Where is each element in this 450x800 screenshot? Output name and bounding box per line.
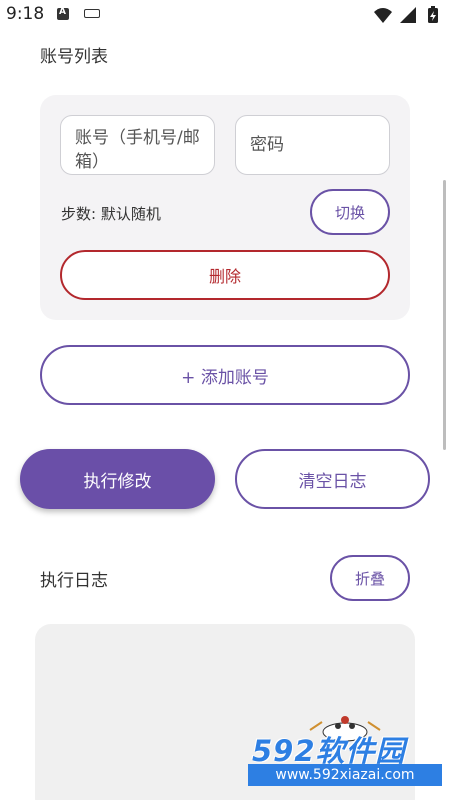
status-bar: 9:18 (0, 0, 450, 30)
wifi-icon (374, 8, 392, 23)
watermark-url: www.592xiazai.com (248, 764, 442, 786)
steps-label: 步数: 默认随机 (61, 205, 161, 223)
fold-button[interactable]: 折叠 (330, 555, 410, 601)
scrollbar[interactable] (443, 180, 446, 450)
app-screen: 9:18 账号列表 账号（手机号/邮箱） 密码 步数: 默认随机 切换 删除 +… (0, 0, 450, 800)
password-input[interactable]: 密码 (235, 115, 390, 175)
a-box-icon (57, 7, 69, 20)
battery-icon (428, 6, 438, 23)
signal-icon (400, 7, 416, 23)
account-input-placeholder: 账号（手机号/邮箱） (75, 128, 200, 172)
clear-log-button[interactable]: 清空日志 (235, 449, 430, 509)
execute-button[interactable]: 执行修改 (20, 449, 215, 509)
status-right-icons (374, 6, 438, 23)
account-list-title: 账号列表 (40, 47, 108, 67)
delete-button[interactable]: 删除 (60, 250, 390, 300)
watermark: 592软件园 www.592xiazai.com (248, 726, 448, 788)
log-title: 执行日志 (40, 571, 108, 591)
account-input[interactable]: 账号（手机号/邮箱） (60, 115, 215, 175)
account-card: 账号（手机号/邮箱） 密码 步数: 默认随机 切换 删除 (40, 95, 410, 320)
add-account-button[interactable]: + 添加账号 (40, 345, 410, 405)
switch-button[interactable]: 切换 (310, 189, 390, 235)
keyboard-icon (84, 9, 100, 18)
password-input-placeholder: 密码 (250, 135, 284, 155)
status-time: 9:18 (6, 4, 45, 24)
